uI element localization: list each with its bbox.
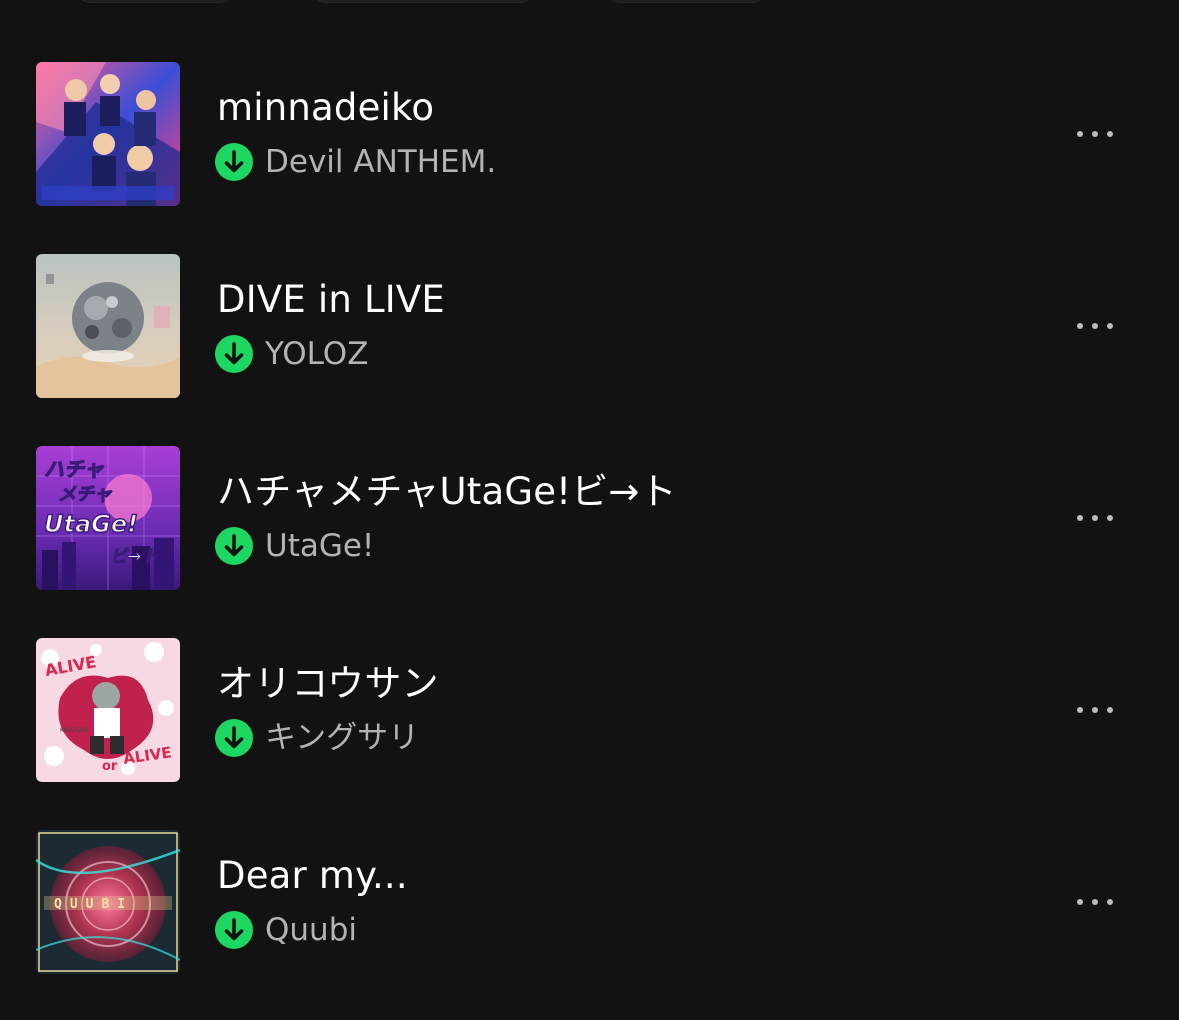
track-subtitle: UtaGe!: [215, 527, 374, 565]
cover-text: ビ→ト: [110, 547, 158, 567]
track-subtitle: Devil ANTHEM.: [215, 143, 496, 181]
track-title[interactable]: DIVE in LIVE: [217, 278, 445, 322]
more-options-icon: [1092, 899, 1098, 905]
track-title[interactable]: minnadeiko: [217, 86, 434, 130]
album-cover-kingsari: ALIVE or ALIVE KINGSARI: [36, 638, 180, 782]
more-options-icon: [1107, 515, 1113, 521]
track-artist[interactable]: Quubi: [265, 911, 357, 949]
more-options-button[interactable]: [1070, 116, 1120, 152]
more-options-button[interactable]: [1070, 884, 1120, 920]
filter-chips: [0, 0, 1179, 4]
track-row[interactable]: minnadeiko Devil ANTHEM.: [0, 56, 1179, 206]
cover-text: or: [102, 759, 118, 774]
more-options-icon: [1107, 131, 1113, 137]
filter-chip[interactable]: [606, 0, 766, 3]
more-options-icon: [1077, 899, 1083, 905]
album-cover: QUUBI: [36, 830, 180, 974]
album-cover: [36, 62, 180, 206]
more-options-icon: [1077, 515, 1083, 521]
more-options-button[interactable]: [1070, 500, 1120, 536]
track-row[interactable]: DIVE in LIVE YOLOZ: [0, 248, 1179, 398]
album-cover: ALIVE or ALIVE KINGSARI: [36, 638, 180, 782]
more-options-icon: [1092, 707, 1098, 713]
download-arrow-icon: [215, 143, 253, 181]
more-options-button[interactable]: [1070, 692, 1120, 728]
track-row[interactable]: ハチャ メチャ UtaGe! ビ→ト ハチャメチャUtaGe!ビ→ト UtaGe…: [0, 440, 1179, 590]
more-options-icon: [1092, 131, 1098, 137]
more-options-icon: [1107, 323, 1113, 329]
filter-chip[interactable]: [76, 0, 234, 3]
album-cover-quubi: QUUBI: [36, 830, 180, 974]
album-cover: [36, 254, 180, 398]
cover-text: ハチャ: [44, 457, 105, 481]
track-row[interactable]: ALIVE or ALIVE KINGSARI オリコウサン キングサリ: [0, 632, 1179, 782]
more-options-icon: [1107, 899, 1113, 905]
more-options-icon: [1092, 323, 1098, 329]
more-options-icon: [1077, 323, 1083, 329]
download-arrow-icon: [215, 719, 253, 757]
album-cover-yoloz: [36, 254, 180, 398]
track-artist[interactable]: Devil ANTHEM.: [265, 143, 496, 181]
track-row[interactable]: QUUBI Dear my... Quubi: [0, 824, 1179, 974]
cover-text: メチャ: [58, 484, 113, 505]
album-cover: ハチャ メチャ UtaGe! ビ→ト: [36, 446, 180, 590]
more-options-icon: [1107, 707, 1113, 713]
track-title[interactable]: Dear my...: [217, 854, 408, 898]
track-subtitle: キングサリ: [215, 719, 419, 757]
more-options-icon: [1092, 515, 1098, 521]
filter-chip[interactable]: [312, 0, 534, 3]
more-options-icon: [1077, 131, 1083, 137]
more-options-icon: [1077, 707, 1083, 713]
track-subtitle: YOLOZ: [215, 335, 368, 373]
track-artist[interactable]: UtaGe!: [265, 527, 374, 565]
cover-text: KINGSARI: [60, 727, 89, 734]
download-arrow-icon: [215, 527, 253, 565]
download-arrow-icon: [215, 911, 253, 949]
cover-text: UtaGe!: [44, 510, 138, 538]
track-title[interactable]: オリコウサン: [217, 662, 439, 706]
track-artist[interactable]: YOLOZ: [265, 335, 368, 373]
album-cover-utage: ハチャ メチャ UtaGe! ビ→ト: [36, 446, 180, 590]
more-options-button[interactable]: [1070, 308, 1120, 344]
cover-text: QUUBI: [54, 897, 133, 912]
track-title[interactable]: ハチャメチャUtaGe!ビ→ト: [217, 470, 677, 514]
download-arrow-icon: [215, 335, 253, 373]
track-artist[interactable]: キングサリ: [265, 719, 419, 757]
album-cover-devil-anthem: [36, 62, 180, 206]
track-subtitle: Quubi: [215, 911, 357, 949]
